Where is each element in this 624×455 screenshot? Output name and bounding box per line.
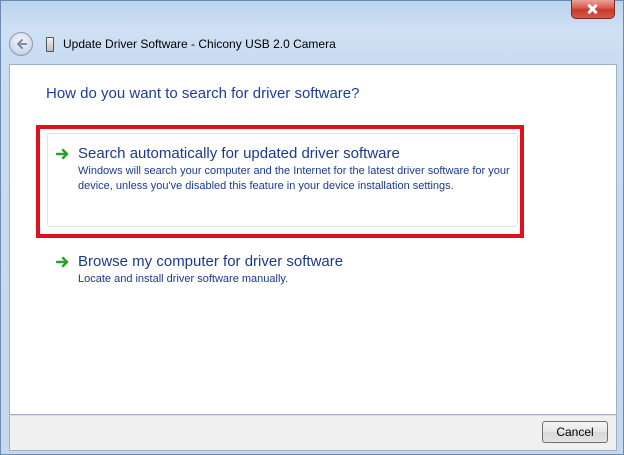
cancel-button[interactable]: Cancel bbox=[542, 421, 608, 443]
back-arrow-icon bbox=[17, 39, 27, 49]
dialog-footer: Cancel bbox=[9, 415, 617, 451]
page-heading: How do you want to search for driver sof… bbox=[46, 85, 360, 102]
window-title: Update Driver Software - Chicony USB 2.0… bbox=[63, 37, 336, 51]
dialog-content: How do you want to search for driver sof… bbox=[9, 64, 617, 415]
green-arrow-icon bbox=[56, 256, 69, 268]
back-button[interactable] bbox=[9, 32, 33, 56]
browse-computer-option[interactable]: Browse my computer for driver software L… bbox=[47, 241, 518, 291]
highlight-annotation bbox=[36, 125, 524, 238]
close-button[interactable] bbox=[571, 0, 615, 19]
option-description: Locate and install driver software manua… bbox=[78, 273, 289, 285]
option-title: Browse my computer for driver software bbox=[78, 253, 344, 270]
usb-device-icon bbox=[46, 37, 54, 52]
